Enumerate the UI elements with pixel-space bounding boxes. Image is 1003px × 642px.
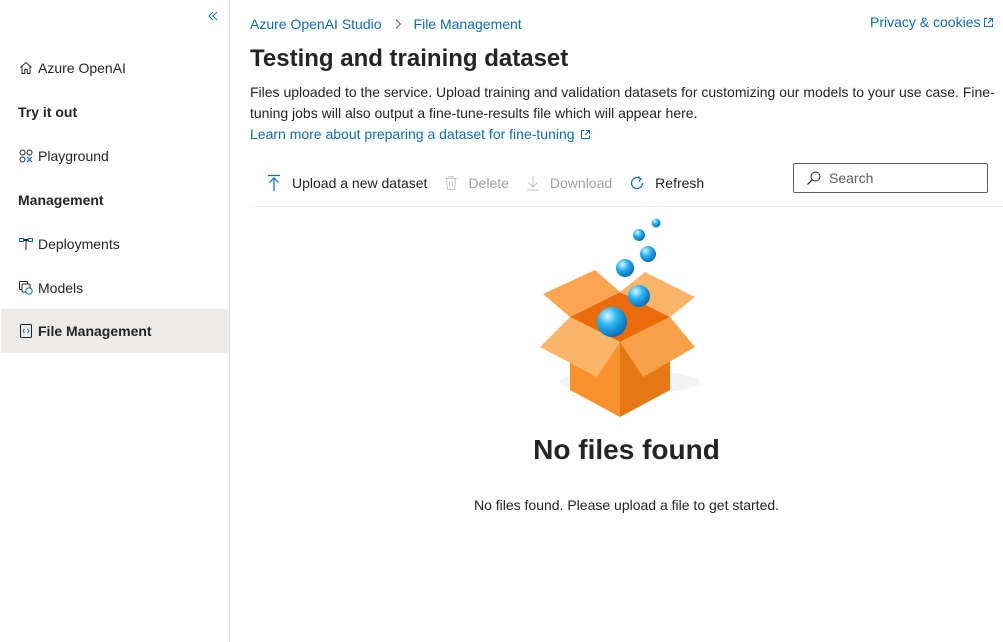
playground-icon bbox=[18, 148, 34, 164]
search-box[interactable] bbox=[793, 163, 988, 193]
search-input[interactable] bbox=[829, 170, 979, 186]
page-title: Testing and training dataset bbox=[250, 45, 569, 72]
sidebar-item-file-management[interactable]: File Management bbox=[1, 309, 229, 353]
sidebar-item-models[interactable]: Models bbox=[1, 266, 229, 310]
sidebar-item-label: Azure OpenAI bbox=[38, 60, 126, 76]
empty-state-title: No files found bbox=[533, 434, 720, 465]
page-description: Files uploaded to the service. Upload tr… bbox=[250, 84, 995, 121]
sidebar-item-azure-openai[interactable]: Azure OpenAI bbox=[1, 46, 229, 90]
upload-icon bbox=[266, 174, 282, 192]
toolbar: Upload a new dataset Delete Download Ref… bbox=[266, 170, 721, 196]
empty-state-message: No files found. Please upload a file to … bbox=[473, 497, 780, 513]
sidebar-item-deployments[interactable]: Deployments bbox=[1, 222, 229, 266]
home-icon bbox=[18, 60, 34, 76]
trash-icon bbox=[444, 175, 458, 191]
section-heading-management: Management bbox=[18, 192, 104, 208]
breadcrumb-link-file-management[interactable]: File Management bbox=[414, 16, 522, 32]
sidebar-item-playground[interactable]: Playground bbox=[1, 134, 229, 178]
external-link-icon bbox=[984, 17, 994, 27]
double-chevron-left-icon[interactable] bbox=[206, 9, 220, 23]
sidebar-item-label: Deployments bbox=[38, 236, 120, 252]
delete-label: Delete bbox=[468, 175, 509, 191]
refresh-icon bbox=[629, 175, 645, 191]
toolbar-divider bbox=[250, 206, 1003, 207]
sidebar-item-label: Models bbox=[38, 280, 84, 296]
refresh-label: Refresh bbox=[655, 175, 705, 191]
learn-more-link[interactable]: Learn more about preparing a dataset for… bbox=[250, 126, 591, 142]
chevron-right-icon bbox=[394, 18, 402, 30]
download-icon bbox=[526, 175, 540, 191]
upload-label: Upload a new dataset bbox=[292, 175, 428, 191]
sidebar: Azure OpenAI Try it out Playground Manag… bbox=[0, 0, 230, 642]
breadcrumb-link-azure-openai-studio[interactable]: Azure OpenAI Studio bbox=[250, 16, 382, 32]
refresh-button[interactable]: Refresh bbox=[629, 175, 704, 191]
sidebar-item-label: File Management bbox=[38, 323, 152, 339]
delete-button[interactable]: Delete bbox=[444, 175, 509, 191]
learn-more-label: Learn more about preparing a dataset for… bbox=[250, 126, 575, 142]
deployments-icon bbox=[18, 236, 34, 252]
download-label: Download bbox=[549, 175, 613, 191]
external-link-icon bbox=[580, 129, 590, 139]
search-icon bbox=[806, 170, 822, 186]
download-button[interactable]: Download bbox=[526, 175, 612, 191]
section-heading-try-it-out: Try it out bbox=[18, 104, 78, 120]
upload-dataset-button[interactable]: Upload a new dataset bbox=[266, 174, 427, 192]
file-management-icon bbox=[18, 323, 34, 339]
privacy-cookies-label: Privacy & cookies bbox=[870, 14, 981, 30]
privacy-cookies-link[interactable]: Privacy & cookies bbox=[870, 14, 994, 30]
sidebar-item-label: Playground bbox=[38, 148, 109, 164]
empty-box-illustration bbox=[540, 218, 700, 417]
models-icon bbox=[18, 280, 34, 296]
breadcrumb: Azure OpenAI Studio File Management bbox=[250, 16, 522, 32]
